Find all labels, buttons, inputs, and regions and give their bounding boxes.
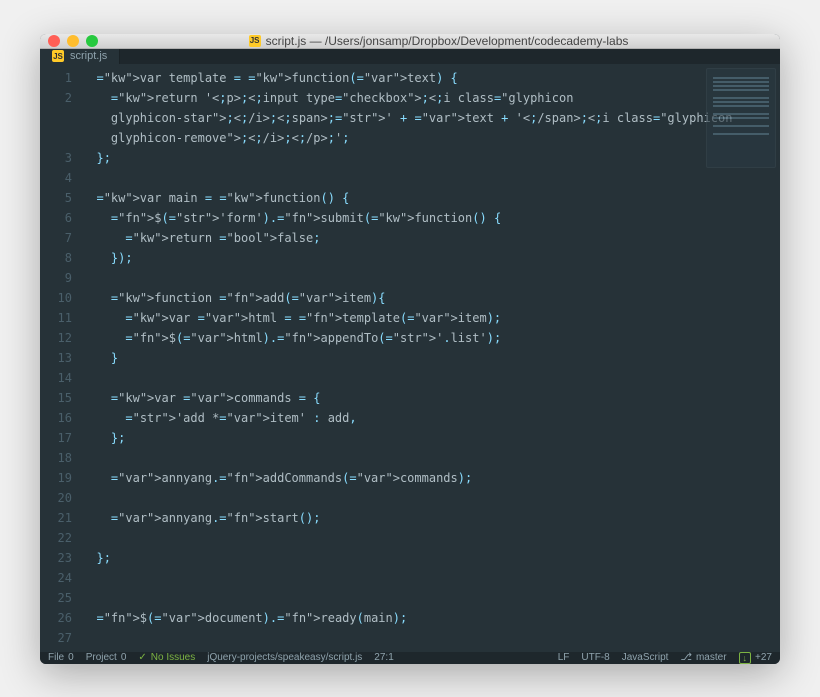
status-language[interactable]: JavaScript	[622, 652, 669, 663]
status-git-changes-count: +27	[755, 652, 772, 663]
status-file[interactable]: File 0	[48, 652, 74, 663]
js-file-icon: JS	[52, 50, 64, 62]
title-text: script.js — /Users/jonsamp/Dropbox/Devel…	[266, 34, 629, 48]
status-branch[interactable]: ⎇ master	[680, 652, 726, 663]
minimap[interactable]	[706, 68, 776, 168]
titlebar: JS script.js — /Users/jonsamp/Dropbox/De…	[40, 34, 780, 49]
status-path[interactable]: jQuery-projects/speakeasy/script.js	[207, 652, 362, 663]
window-title: JS script.js — /Users/jonsamp/Dropbox/De…	[105, 34, 772, 48]
minimize-icon[interactable]	[67, 35, 79, 47]
status-cursor[interactable]: 27:1	[374, 652, 393, 663]
line-number-gutter: 12 3456789101112131415161718192021222324…	[40, 64, 82, 652]
check-icon: ✓	[138, 652, 146, 663]
code-area[interactable]: ="kw">var template = ="kw">function(="va…	[82, 64, 780, 652]
statusbar: File 0 Project 0 ✓ No Issues jQuery-proj…	[40, 652, 780, 664]
status-project-label: Project	[86, 652, 117, 663]
maximize-icon[interactable]	[86, 35, 98, 47]
tab-label: script.js	[70, 50, 107, 62]
status-issues-text: No Issues	[151, 652, 195, 663]
status-line-ending[interactable]: LF	[558, 652, 570, 663]
git-add-icon: ↓	[739, 652, 752, 664]
status-project-count: 0	[121, 652, 127, 663]
editor-window: JS script.js — /Users/jonsamp/Dropbox/De…	[40, 34, 780, 664]
status-file-label: File	[48, 652, 64, 663]
status-file-count: 0	[68, 652, 74, 663]
tab-script-js[interactable]: JS script.js	[40, 49, 120, 64]
status-git-changes[interactable]: ↓ +27	[739, 652, 772, 664]
status-encoding[interactable]: UTF-8	[581, 652, 609, 663]
git-branch-icon: ⎇	[680, 652, 692, 663]
status-issues[interactable]: ✓ No Issues	[138, 652, 195, 663]
status-project[interactable]: Project 0	[86, 652, 127, 663]
tabbar: JS script.js	[40, 49, 780, 64]
status-branch-name: master	[696, 652, 727, 663]
js-file-icon: JS	[249, 35, 261, 47]
code-editor[interactable]: 12 3456789101112131415161718192021222324…	[40, 64, 780, 652]
close-icon[interactable]	[48, 35, 60, 47]
